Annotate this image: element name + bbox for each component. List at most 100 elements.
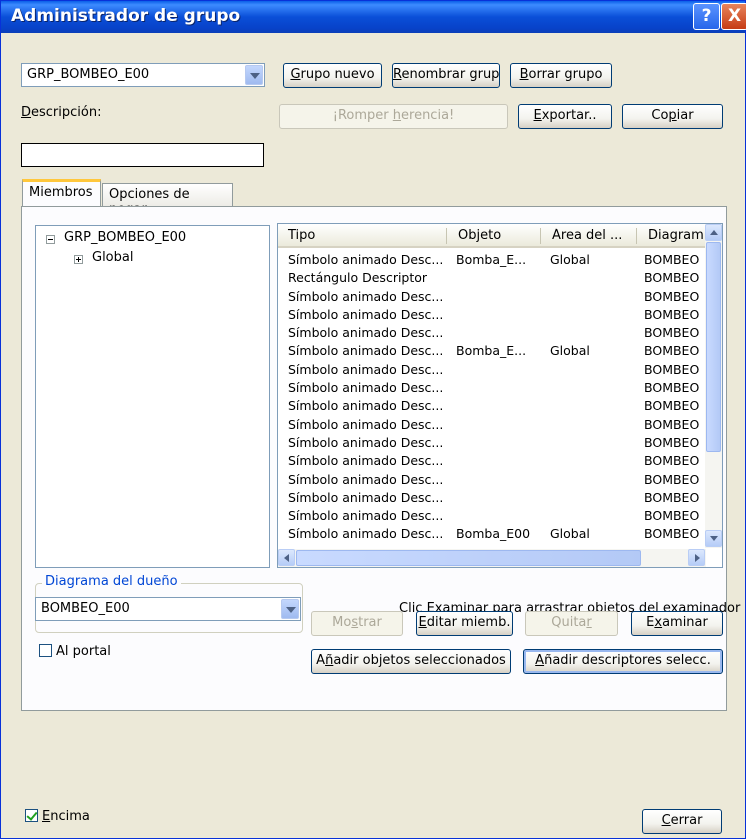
table-row[interactable]: Símbolo animado Desc... BOMBEO (278, 380, 706, 398)
scroll-down-button[interactable] (705, 530, 722, 547)
al-portal-checkbox[interactable] (39, 644, 52, 657)
arrow-up-icon (710, 230, 718, 235)
examine-button[interactable]: Examinar (631, 611, 723, 636)
arrow-right-icon (695, 554, 700, 562)
table-row[interactable]: Símbolo animado Desc... BOMBEO (278, 289, 706, 307)
copy-button[interactable]: Copiar (622, 104, 723, 129)
title-bar[interactable]: Administrador de grupo ? X (1, 1, 746, 33)
tab-opciones-de-pegar[interactable]: Opciones de pegar (102, 183, 233, 217)
table-row[interactable]: Símbolo animado Desc... Bomba_E00 Global BO… (278, 526, 706, 544)
window-title: Administrador de grupo (11, 6, 241, 26)
column-header-objeto[interactable]: Objeto (448, 228, 538, 243)
tab-miembros[interactable]: Miembros (22, 179, 101, 206)
table-row[interactable]: Símbolo animado Desc... Bomba_E... Global B… (278, 252, 706, 270)
table-row[interactable]: Símbolo animado Desc... BOMBEO (278, 435, 706, 453)
table-cell: BOMBEO (644, 453, 700, 469)
table-cell: Símbolo animado Desc... (288, 252, 444, 267)
table-cell: Bomba_E... (456, 252, 527, 267)
table-cell: BOMBEO (644, 306, 700, 322)
encima-checkbox[interactable] (25, 809, 38, 822)
new-group-button[interactable]: Grupo nuevo (283, 63, 382, 88)
delete-group-button[interactable]: Borrar grupo (510, 63, 612, 88)
table-row[interactable]: Símbolo animado Desc... BOMBEO (278, 453, 706, 471)
table-cell: Bomba_E... (456, 343, 527, 359)
table-row[interactable]: Símbolo animado Desc... BOMBEO (278, 508, 706, 526)
remove-button[interactable]: Quitar (525, 611, 618, 636)
add-selected-descriptors-button[interactable]: Añadir descriptores selecc. (523, 649, 723, 674)
group-select-value: GRP_BOMBEO_E00 (27, 67, 150, 82)
show-button[interactable]: Mostrar (311, 611, 403, 636)
al-portal-option[interactable]: Al portal (39, 644, 111, 659)
scroll-up-button[interactable] (705, 224, 722, 241)
list-rows: Símbolo animado Desc... Bomba_E... Global B… (278, 252, 706, 546)
vertical-scrollbar[interactable] (705, 224, 722, 548)
help-button[interactable]: ? (693, 3, 720, 30)
column-divider[interactable] (636, 228, 637, 244)
description-label: Descripción: (21, 105, 102, 120)
table-cell: BOMBEO (644, 526, 700, 542)
export-button[interactable]: Exportar.. (518, 104, 612, 129)
horizontal-scroll-thumb[interactable] (296, 550, 641, 566)
collapse-icon[interactable] (46, 235, 55, 244)
table-cell: Símbolo animado Desc... (288, 453, 444, 469)
scroll-left-button[interactable] (278, 549, 295, 566)
horizontal-scrollbar[interactable] (278, 549, 706, 567)
table-cell: BOMBEO (644, 434, 700, 450)
table-row[interactable]: Rectángulo Descriptor BOMBEO (278, 270, 706, 288)
table-cell: Símbolo animado Desc... (288, 306, 444, 322)
table-cell: Símbolo animado Desc... (288, 489, 444, 505)
close-dialog-button[interactable]: Cerrar (642, 809, 722, 834)
table-row[interactable]: Símbolo animado Desc... BOMBEO (278, 490, 706, 508)
table-row[interactable]: Símbolo animado Desc... Bomba_E... Global B… (278, 343, 706, 361)
column-header-tipo[interactable]: Tipo (278, 228, 446, 243)
close-icon: X (727, 6, 742, 26)
scroll-right-button[interactable] (688, 549, 705, 566)
column-divider[interactable] (540, 228, 541, 244)
chevron-down-icon[interactable] (245, 65, 263, 85)
encima-option[interactable]: Encima (25, 809, 90, 824)
table-cell: Símbolo animado Desc... (288, 361, 444, 377)
table-cell: BOMBEO (644, 380, 700, 396)
table-row[interactable]: Símbolo animado Desc... BOMBEO (278, 398, 706, 416)
table-row[interactable]: Símbolo animado Desc... BOMBEO (278, 325, 706, 343)
table-cell: Rectángulo Descriptor (288, 270, 428, 286)
tree-node-global[interactable]: Global (92, 250, 133, 265)
table-cell: Símbolo animado Desc... (288, 325, 444, 341)
tree-node-root[interactable]: GRP_BOMBEO_E00 (64, 230, 186, 245)
owner-diagram-select[interactable]: BOMBEO_E00 (35, 597, 301, 621)
arrow-down-icon (710, 536, 718, 541)
table-cell: Símbolo animado Desc... (288, 508, 444, 524)
table-cell: BOMBEO (644, 252, 700, 267)
column-header-diagrama[interactable]: Diagram (638, 228, 706, 243)
chevron-down-icon[interactable] (281, 599, 299, 619)
list-header: Tipo Objeto Área del ... Diagram (278, 224, 706, 248)
break-inheritance-button[interactable]: ¡Romper herencia! (279, 104, 508, 129)
arrow-left-icon (284, 554, 289, 562)
table-row[interactable]: Símbolo animado Desc... BOMBEO (278, 307, 706, 325)
vertical-scroll-thumb[interactable] (706, 242, 721, 452)
group-select[interactable]: GRP_BOMBEO_E00 (21, 63, 265, 87)
table-cell: Símbolo animado Desc... (288, 434, 444, 450)
table-cell: Símbolo animado Desc... (288, 416, 444, 432)
table-row[interactable]: Símbolo animado Desc... BOMBEO (278, 417, 706, 435)
table-cell: BOMBEO (644, 361, 700, 377)
table-cell: BOMBEO (644, 398, 700, 414)
column-header-area[interactable]: Área del ... (542, 228, 636, 243)
expand-icon[interactable] (74, 255, 83, 264)
close-button[interactable]: X (721, 3, 746, 30)
table-cell: BOMBEO (644, 508, 700, 524)
member-list[interactable]: Tipo Objeto Área del ... Diagram Símbolo… (277, 223, 723, 568)
table-cell: Símbolo animado Desc... (288, 526, 444, 542)
group-tree[interactable]: GRP_BOMBEO_E00 Global (35, 225, 270, 568)
edit-member-button[interactable]: Editar miemb. (416, 611, 513, 636)
table-row[interactable]: Símbolo animado Desc... BOMBEO (278, 472, 706, 490)
column-divider[interactable] (446, 228, 447, 244)
table-cell: BOMBEO (644, 270, 700, 286)
table-cell: BOMBEO (644, 416, 700, 432)
table-row[interactable]: Símbolo animado Desc... BOMBEO (278, 362, 706, 380)
table-cell: Símbolo animado Desc... (288, 471, 444, 487)
rename-group-button[interactable]: Renombrar grupo (392, 63, 500, 88)
description-field[interactable] (21, 143, 264, 167)
table-cell: BOMBEO (644, 343, 700, 359)
add-selected-objects-button[interactable]: Añadir objetos seleccionados (311, 649, 511, 674)
